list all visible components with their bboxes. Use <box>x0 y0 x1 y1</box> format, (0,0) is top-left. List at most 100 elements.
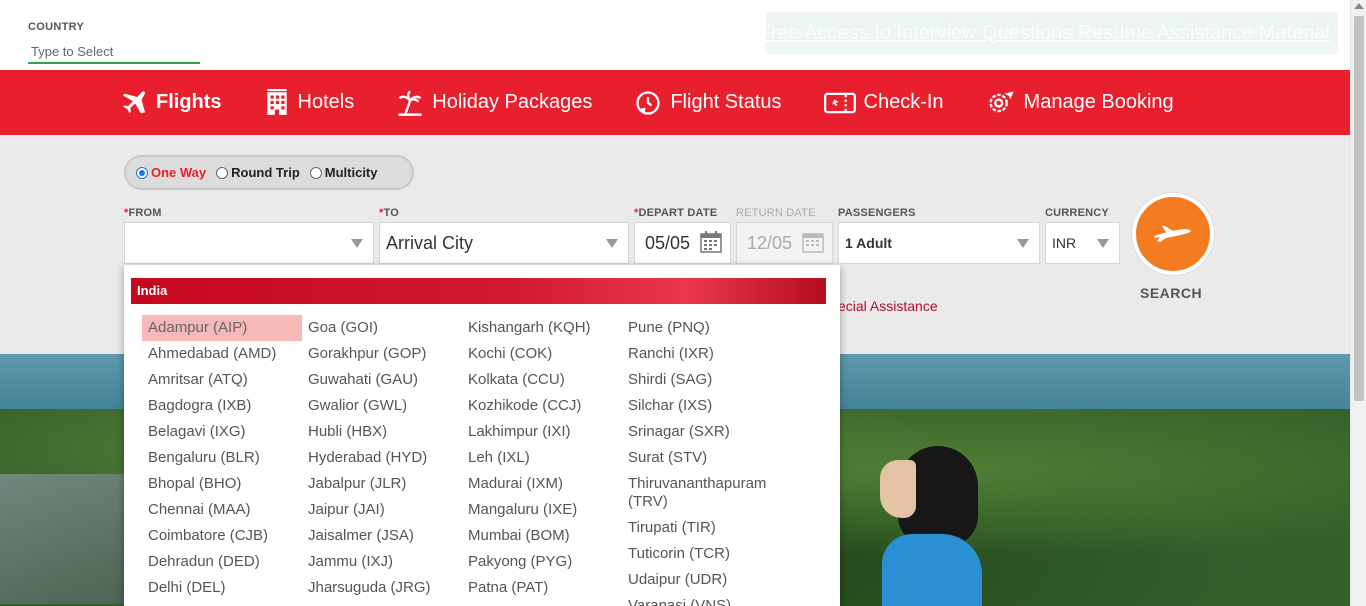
trip-option-multicity[interactable]: Multicity <box>309 165 378 180</box>
airport-option[interactable]: Jabalpur (JLR) <box>302 471 462 497</box>
radio-button[interactable] <box>216 166 229 179</box>
airport-option[interactable]: Tuticorin (TCR) <box>622 541 792 567</box>
airport-option[interactable]: Jaipur (JAI) <box>302 497 462 523</box>
trip-option-one-way[interactable]: One Way <box>136 165 206 180</box>
airport-option[interactable]: Bagdogra (IXB) <box>142 393 302 419</box>
nav-label: Hotels <box>297 91 355 113</box>
airport-option[interactable]: Gorakhpur (GOP) <box>302 341 462 367</box>
airport-option[interactable]: Bhopal (BHO) <box>142 471 302 497</box>
from-label: *FROM <box>124 207 162 219</box>
promo-banner: Free Access to Interview Questions Resum… <box>766 12 1338 54</box>
search-label: SEARCH <box>1140 285 1203 301</box>
airport-option[interactable]: Belagavi (IXG) <box>142 419 302 445</box>
airport-option[interactable]: Lakhimpur (IXI) <box>462 419 622 445</box>
promo-link[interactable]: Free Access to Interview Questions Resum… <box>766 22 1330 45</box>
airport-option[interactable]: Patna (PAT) <box>462 575 622 601</box>
airport-option[interactable]: Jaisalmer (JSA) <box>302 523 462 549</box>
nav-label: Flight Status <box>670 91 782 113</box>
calendar-icon <box>802 233 824 253</box>
return-date-value: 12/05 <box>747 232 793 253</box>
nav-item-holiday-packages[interactable]: Holiday Packages <box>396 89 592 117</box>
depart-label: *DEPART DATE <box>634 207 717 219</box>
nav-item-check-in[interactable]: Check-In <box>823 90 944 116</box>
depart-label-text: DEPART DATE <box>638 207 718 219</box>
airport-option[interactable]: Kozhikode (CCJ) <box>462 393 622 419</box>
currency-value: INR <box>1052 235 1077 251</box>
chevron-down-icon <box>1017 239 1029 248</box>
calendar-icon[interactable] <box>700 231 722 253</box>
airport-option[interactable]: Jharsuguda (JRG) <box>302 575 462 601</box>
airport-option[interactable]: Hubli (HBX) <box>302 419 462 445</box>
radio-button[interactable] <box>309 166 322 179</box>
return-label: RETURN DATE <box>736 207 816 219</box>
trip-option-label: Multicity <box>324 165 378 180</box>
airport-option[interactable]: Delhi (DEL) <box>142 575 302 601</box>
airport-option[interactable]: Ahmedabad (AMD) <box>142 341 302 367</box>
country-input[interactable] <box>28 40 200 64</box>
currency-select[interactable]: INR <box>1045 222 1120 264</box>
to-label: *TO <box>379 207 399 219</box>
airport-option[interactable]: Bengaluru (BLR) <box>142 445 302 471</box>
airport-option[interactable]: Amritsar (ATQ) <box>142 367 302 393</box>
airport-option[interactable]: Goa (GOI) <box>302 315 462 341</box>
scroll-up-arrow[interactable] <box>1354 3 1364 9</box>
airport-option[interactable]: Coimbatore (CJB) <box>142 523 302 549</box>
airport-option[interactable]: Adampur (AIP) <box>142 315 302 341</box>
airport-option[interactable]: Shirdi (SAG) <box>622 367 792 393</box>
airport-option[interactable]: Chennai (MAA) <box>142 497 302 523</box>
airport-option[interactable]: Ranchi (IXR) <box>622 341 792 367</box>
airport-option[interactable]: Kolkata (CCU) <box>462 367 622 393</box>
airport-option[interactable]: Pakyong (PYG) <box>462 549 622 575</box>
page-scrollbar[interactable] <box>1350 0 1366 606</box>
airport-option[interactable]: Surat (STV) <box>622 445 792 471</box>
airport-option[interactable]: Tirupati (TIR) <box>622 515 792 541</box>
main-nav: Flights Hotels Holiday Packages Flight S… <box>0 70 1350 135</box>
country-label: COUNTRY <box>28 21 85 33</box>
chevron-down-icon <box>606 239 618 248</box>
airport-option[interactable]: Silchar (IXS) <box>622 393 792 419</box>
airport-option[interactable]: Thiruvananthapuram (TRV) <box>622 471 792 515</box>
plane-icon <box>1154 226 1191 242</box>
nav-label: Check-In <box>863 91 944 113</box>
return-date-field: 12/05 <box>736 222 833 264</box>
nav-item-hotels[interactable]: Hotels <box>264 88 355 117</box>
airport-option[interactable]: Varanasi (VNS) <box>622 593 792 606</box>
depart-date-value: 05/05 <box>645 232 691 253</box>
traveler-face <box>880 460 916 518</box>
airport-dropdown: India Adampur (AIP) Ahmedabad (AMD) Amri… <box>124 265 840 606</box>
scrollbar-thumb[interactable] <box>1354 16 1364 401</box>
top-strip: COUNTRY Free Access to Interview Questio… <box>0 0 1350 70</box>
to-select[interactable]: Arrival City <box>379 222 629 264</box>
plane-icon <box>122 90 146 113</box>
passengers-value: 1 Adult <box>845 235 892 251</box>
special-assistance-link[interactable]: ecial Assistance <box>838 298 938 314</box>
airport-option[interactable]: Srinagar (SXR) <box>622 419 792 445</box>
airport-option[interactable]: Pune (PNQ) <box>622 315 792 341</box>
airport-option[interactable]: Leh (IXL) <box>462 445 622 471</box>
airport-option[interactable]: Dehradun (DED) <box>142 549 302 575</box>
nav-label: Manage Booking <box>1023 91 1174 113</box>
passengers-select[interactable]: 1 Adult <box>838 222 1040 264</box>
trip-option-round-trip[interactable]: Round Trip <box>216 165 300 180</box>
airport-option[interactable]: Madurai (IXM) <box>462 471 622 497</box>
airport-option[interactable]: Kochi (COK) <box>462 341 622 367</box>
airport-option[interactable]: Gwalior (GWL) <box>302 393 462 419</box>
depart-date-field[interactable]: 05/05 <box>634 222 731 264</box>
nav-item-flights[interactable]: Flights <box>120 89 222 117</box>
airport-option[interactable]: Jammu (IXJ) <box>302 549 462 575</box>
airport-option[interactable]: Hyderabad (HYD) <box>302 445 462 471</box>
airport-option[interactable]: Mumbai (BOM) <box>462 523 622 549</box>
from-select[interactable] <box>124 222 374 264</box>
radio-button[interactable] <box>136 166 148 179</box>
from-label-text: FROM <box>128 207 162 219</box>
airport-option[interactable]: Kishangarh (KQH) <box>462 315 622 341</box>
nav-item-manage-booking[interactable]: Manage Booking <box>986 89 1174 117</box>
airport-option[interactable]: Guwahati (GAU) <box>302 367 462 393</box>
airport-option[interactable]: Udaipur (UDR) <box>622 567 792 593</box>
nav-item-flight-status[interactable]: Flight Status <box>634 89 782 117</box>
search-button[interactable] <box>1132 193 1214 275</box>
airport-column: Pune (PNQ) Ranchi (IXR) Shirdi (SAG) Sil… <box>622 315 792 606</box>
building-icon <box>266 88 287 115</box>
nav-label: Flights <box>156 91 222 113</box>
airport-option[interactable]: Mangaluru (IXE) <box>462 497 622 523</box>
